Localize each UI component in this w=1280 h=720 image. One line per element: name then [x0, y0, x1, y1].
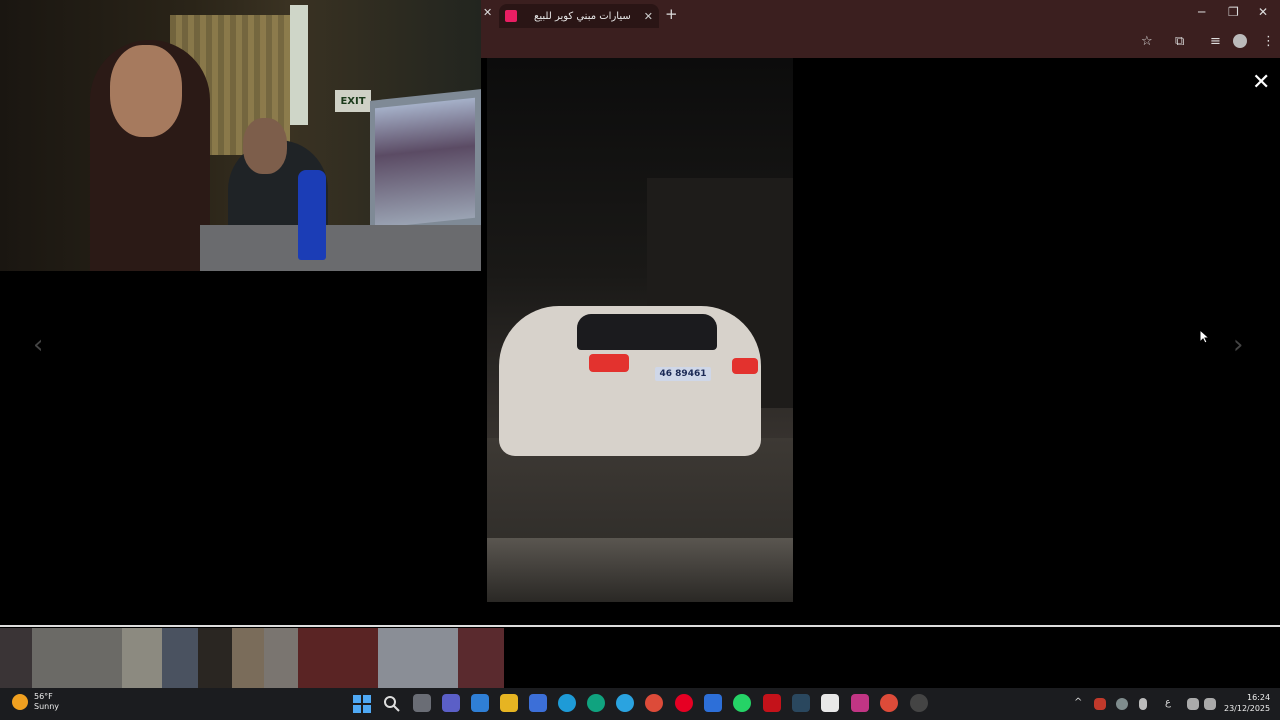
tab-close-icon[interactable]: ✕	[644, 10, 653, 23]
desk	[200, 225, 481, 271]
photo-car-taillight	[589, 354, 629, 372]
volume-icon[interactable]	[1204, 698, 1216, 710]
task-view-icon[interactable]	[413, 694, 431, 712]
windows-start-icon[interactable]	[353, 695, 371, 713]
mouse-cursor-icon	[1199, 329, 1209, 344]
edge-icon[interactable]	[558, 694, 576, 712]
person-right-head	[243, 118, 287, 174]
photo-dashboard	[487, 538, 793, 602]
filmstrip-thumb-7[interactable]	[264, 628, 298, 688]
close-icon[interactable]: ✕	[483, 6, 492, 19]
tab-title: سيارات مبني كوير للبيع	[534, 10, 631, 22]
onedrive-icon[interactable]	[1116, 698, 1128, 710]
photo-car-plate: 46 89461	[655, 367, 711, 381]
new-tab-button[interactable]: +	[665, 5, 678, 23]
monitor	[370, 89, 481, 241]
bookmark-star-icon[interactable]: ☆	[1141, 34, 1153, 49]
filmstrip-thumb-2[interactable]	[32, 628, 122, 688]
menu-icon[interactable]: ⋮	[1262, 34, 1275, 49]
recorder-icon[interactable]	[910, 694, 928, 712]
media-control-icon[interactable]: ≡	[1210, 34, 1221, 49]
extensions-icon[interactable]: ⧉	[1175, 34, 1184, 49]
chatgpt-icon[interactable]	[587, 694, 605, 712]
exit-sign: EXIT	[335, 90, 371, 112]
water-bottle	[298, 170, 326, 260]
webcam-overlay: EXIT	[0, 0, 481, 271]
teams-icon[interactable]	[442, 694, 460, 712]
telegram-icon[interactable]	[616, 694, 634, 712]
filmstrip-thumb-8[interactable]	[298, 628, 378, 688]
tray-chevron-icon[interactable]: ^	[1074, 697, 1082, 708]
person-left-head	[110, 45, 182, 137]
viewer-close-button[interactable]: ✕	[1252, 72, 1270, 94]
photo-car-rear-window	[577, 314, 717, 350]
whatsapp-icon[interactable]	[733, 694, 751, 712]
viewer-photo: 46 89461	[487, 58, 793, 602]
photo-car-taillight	[732, 358, 758, 374]
minimize-button[interactable]: ─	[1198, 5, 1205, 19]
filmstrip-thumb-5[interactable]	[198, 628, 232, 688]
tray-app-icon[interactable]	[1094, 698, 1106, 710]
dropbox-icon[interactable]	[704, 694, 722, 712]
profile-avatar[interactable]	[1233, 34, 1247, 48]
filmstrip-thumb-4[interactable]	[162, 628, 198, 688]
next-photo-button[interactable]: ›	[1233, 330, 1243, 360]
clock-date: 23/12/2025	[1224, 704, 1271, 713]
filmstrip-thumb-3[interactable]	[122, 628, 162, 688]
weather-description: Sunny	[34, 702, 60, 711]
filmstrip-thumb-1[interactable]	[0, 628, 32, 688]
chrome-icon[interactable]	[645, 694, 663, 712]
input-language[interactable]: ع	[1165, 697, 1171, 708]
file-explorer-icon[interactable]	[500, 694, 518, 712]
copilot-icon[interactable]	[471, 694, 489, 712]
chrome-active-icon[interactable]	[880, 694, 898, 712]
steam-icon[interactable]	[792, 694, 810, 712]
filmstrip	[0, 628, 504, 688]
clock[interactable]: 16:24 23/12/2025	[1224, 692, 1270, 714]
restore-button[interactable]: ❐	[1228, 5, 1239, 19]
filmstrip-thumb-6[interactable]	[232, 628, 264, 688]
browser-tab[interactable]: سيارات مبني كوير للبيع ✕	[499, 4, 659, 28]
sun-icon	[12, 694, 28, 710]
clock-time: 16:24	[1247, 693, 1271, 702]
window	[290, 5, 308, 125]
microphone-icon[interactable]	[1139, 698, 1147, 710]
weather-widget[interactable]: 56°F Sunny	[12, 692, 59, 712]
previous-photo-button[interactable]: ‹	[33, 330, 43, 360]
acrobat-icon[interactable]	[763, 694, 781, 712]
network-icon[interactable]	[1187, 698, 1199, 710]
filmstrip-divider	[0, 625, 1280, 627]
search-icon[interactable]	[383, 695, 401, 713]
app-icon[interactable]	[821, 694, 839, 712]
window-close-button[interactable]: ✕	[1258, 5, 1268, 19]
instagram-icon[interactable]	[851, 694, 869, 712]
filmstrip-thumb-10[interactable]	[458, 628, 504, 688]
tab-favicon-icon	[505, 10, 517, 22]
browser-toolbar	[481, 28, 1280, 58]
filmstrip-thumb-9[interactable]	[378, 628, 458, 688]
pinterest-icon[interactable]	[675, 694, 693, 712]
store-icon[interactable]	[529, 694, 547, 712]
weather-temperature: 56°F	[34, 692, 53, 701]
taskbar	[0, 688, 1280, 720]
